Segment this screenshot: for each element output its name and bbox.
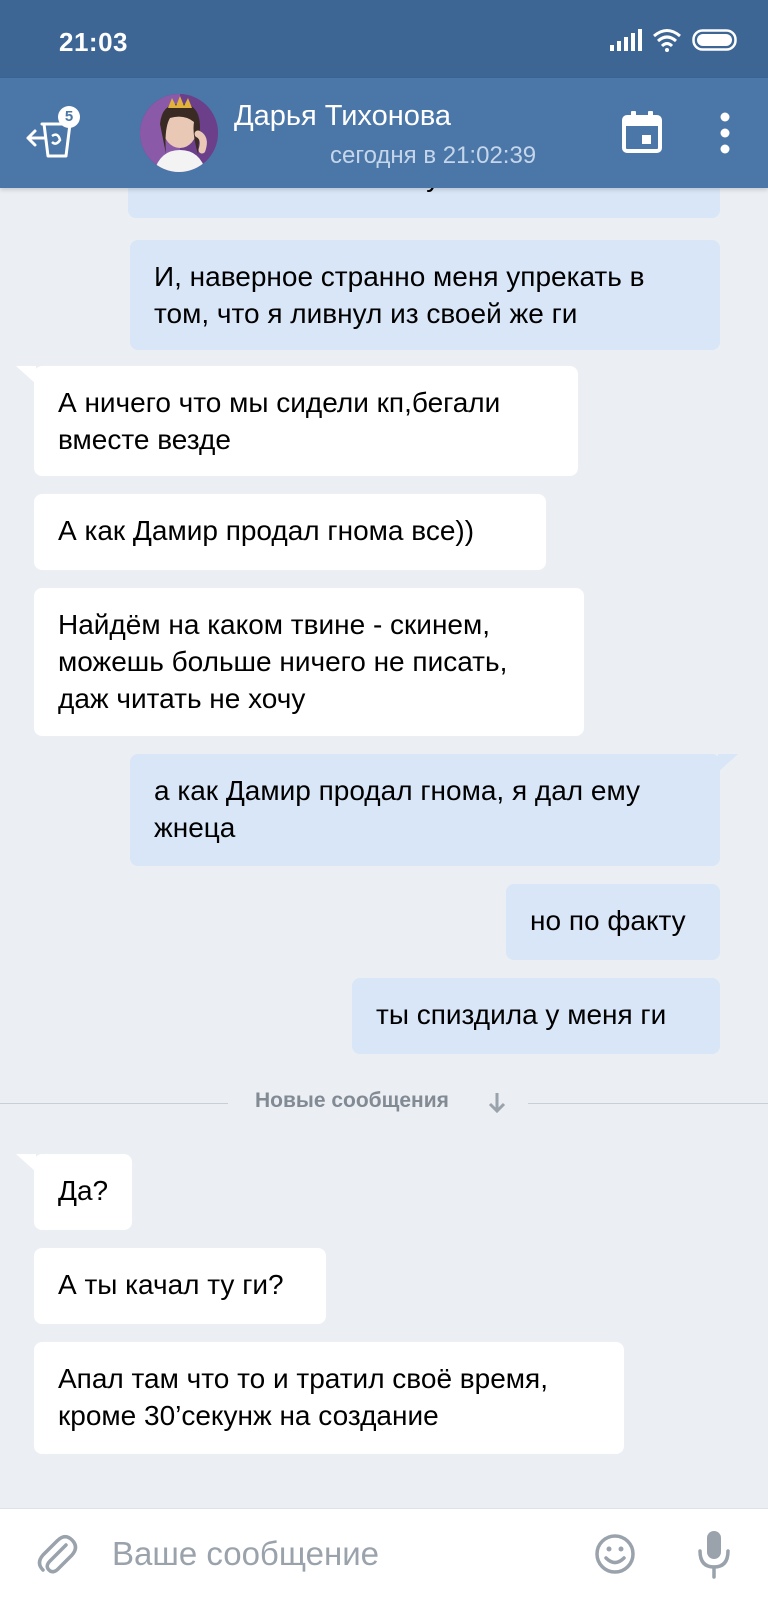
message-incoming[interactable]: Апал там что то и тратил своё время, кро… bbox=[34, 1342, 624, 1454]
more-vertical-icon bbox=[720, 112, 730, 154]
emoji-button[interactable] bbox=[594, 1533, 636, 1575]
paperclip-icon bbox=[37, 1535, 78, 1574]
status-time: 21:03 bbox=[59, 27, 128, 57]
wifi-icon bbox=[653, 29, 681, 52]
calendar-button[interactable] bbox=[622, 111, 662, 153]
attach-button[interactable] bbox=[36, 1531, 78, 1577]
message-outgoing[interactable]: И, наверное странно меня упрекать в том,… bbox=[130, 240, 720, 350]
message-incoming[interactable]: А ты качал ту ги? bbox=[34, 1248, 326, 1324]
message-input[interactable] bbox=[112, 1529, 562, 1579]
message-outgoing[interactable]: мо скинешь мне главу на вампа ? bbox=[128, 188, 720, 218]
status-icons bbox=[610, 28, 740, 52]
message-incoming[interactable]: Да? bbox=[16, 1154, 132, 1230]
message-outgoing[interactable]: ты спиздила у меня ги bbox=[352, 978, 720, 1054]
message-outgoing[interactable]: а как Дамир продал гнома, я дал ему жнец… bbox=[130, 754, 738, 866]
divider-line-left bbox=[0, 1103, 228, 1104]
last-seen: сегодня в 21:02:39 bbox=[330, 142, 537, 169]
signal-icon bbox=[610, 29, 642, 51]
back-button[interactable]: 5 bbox=[22, 106, 86, 166]
message-incoming[interactable]: А ничего что мы сидели кп,бегали вместе … bbox=[16, 366, 578, 476]
message-incoming[interactable]: А как Дамир продал гнома все)) bbox=[34, 494, 546, 570]
more-options-button[interactable] bbox=[710, 108, 740, 158]
divider-line-right bbox=[528, 1103, 768, 1104]
new-messages-label: Новые сообщения bbox=[255, 1089, 449, 1112]
calendar-icon bbox=[622, 111, 662, 153]
avatar-image bbox=[140, 94, 218, 172]
composer-bar bbox=[0, 1508, 768, 1600]
unread-badge: 5 bbox=[58, 106, 80, 128]
microphone-icon bbox=[698, 1531, 730, 1579]
arrow-down-icon bbox=[488, 1093, 506, 1114]
status-bar: 21:03 bbox=[0, 0, 768, 78]
new-messages-divider: Новые сообщения bbox=[0, 1088, 768, 1118]
battery-icon bbox=[692, 29, 737, 51]
chat-header: 5 Дарья Тихонова сегодня в 21:02:39 bbox=[0, 78, 768, 188]
smiley-icon bbox=[595, 1534, 635, 1574]
message-incoming[interactable]: Найдём на каком твине - скинем, можешь б… bbox=[34, 588, 584, 736]
avatar[interactable] bbox=[140, 94, 218, 172]
voice-message-button[interactable] bbox=[696, 1529, 732, 1579]
message-list[interactable]: мо скинешь мне главу на вампа ? И, навер… bbox=[0, 188, 768, 1508]
contact-name[interactable]: Дарья Тихонова bbox=[234, 100, 451, 133]
message-outgoing[interactable]: но по факту bbox=[506, 884, 720, 960]
